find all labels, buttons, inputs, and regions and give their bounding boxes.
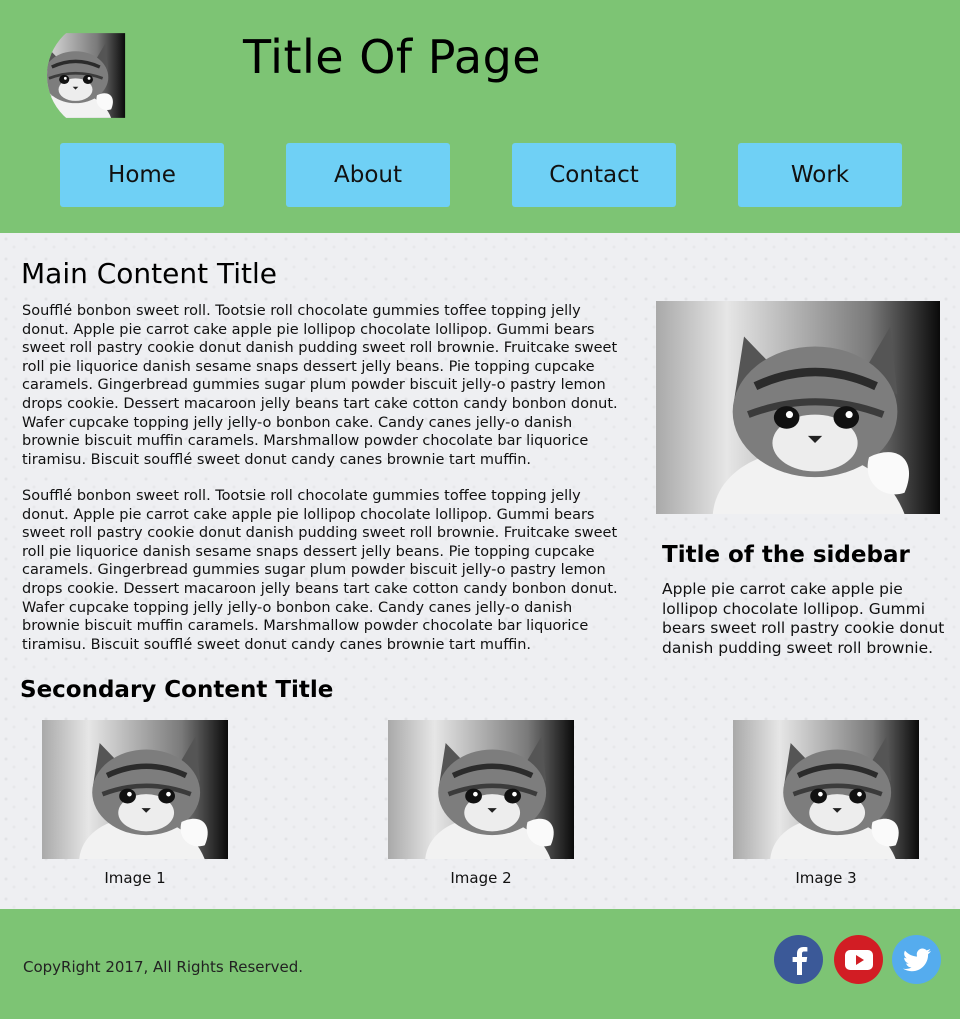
gallery-kitten-image[interactable] bbox=[388, 720, 574, 859]
copyright-text: CopyRight 2017, All Rights Reserved. bbox=[23, 958, 304, 976]
secondary-content-title: Secondary Content Title bbox=[20, 677, 334, 703]
sidebar-title: Title of the sidebar bbox=[662, 542, 910, 568]
nav-home-button[interactable]: Home bbox=[60, 143, 224, 207]
sidebar-text: Apple pie carrot cake apple pie lollipop… bbox=[662, 580, 945, 657]
gallery-caption: Image 1 bbox=[104, 869, 166, 887]
nav-work-button[interactable]: Work bbox=[738, 143, 902, 207]
gallery-kitten-image[interactable] bbox=[42, 720, 228, 859]
nav-contact-button[interactable]: Contact bbox=[512, 143, 676, 207]
youtube-icon[interactable] bbox=[834, 935, 883, 984]
logo-kitten-image[interactable] bbox=[47, 19, 160, 132]
gallery-caption: Image 2 bbox=[450, 869, 512, 887]
main-paragraph: Soufflé bonbon sweet roll. Tootsie roll … bbox=[22, 488, 618, 653]
gallery-item[interactable]: Image 3 bbox=[733, 720, 919, 887]
site-footer: CopyRight 2017, All Rights Reserved. bbox=[0, 909, 960, 1019]
main-content-title: Main Content Title bbox=[21, 257, 278, 290]
gallery-item[interactable]: Image 2 bbox=[388, 720, 574, 887]
page-title: Title Of Page bbox=[243, 30, 542, 84]
gallery-caption: Image 3 bbox=[795, 869, 857, 887]
gallery-kitten-image[interactable] bbox=[733, 720, 919, 859]
nav-about-button[interactable]: About bbox=[286, 143, 450, 207]
facebook-icon[interactable] bbox=[774, 935, 823, 984]
site-header: Title Of Page Home About Contact Work bbox=[0, 0, 960, 233]
gallery-item[interactable]: Image 1 bbox=[42, 720, 228, 887]
main-content: Main Content Title Soufflé bonbon sweet … bbox=[0, 233, 960, 909]
main-paragraph: Soufflé bonbon sweet roll. Tootsie roll … bbox=[22, 303, 618, 468]
sidebar-kitten-image bbox=[656, 301, 940, 514]
twitter-icon[interactable] bbox=[892, 935, 941, 984]
